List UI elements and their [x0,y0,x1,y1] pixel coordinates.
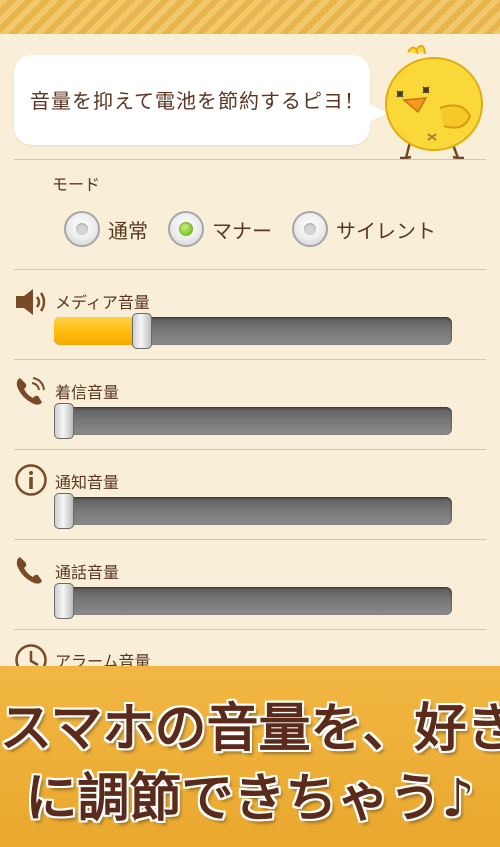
divider [14,359,486,360]
divider [14,449,486,450]
slider-thumb[interactable] [54,583,74,619]
info-icon [15,464,47,496]
mode-label: モード [52,175,101,194]
slider-fill [54,317,142,345]
divider [14,629,486,630]
media-volume-slider[interactable] [54,313,452,349]
bubble-message: 音量を抑えて電池を節約するピヨ！ [30,89,365,113]
call-volume-label: 通話音量 [55,563,120,582]
ringtone-volume-slider[interactable] [54,403,452,439]
top-stripe [0,0,500,34]
media-volume-label: メディア音量 [55,293,150,312]
mode-radio-group: 通常 マナー サイレント [64,208,436,250]
banner-line-1: スマホの音量を、好き [0,699,500,759]
radio-manner-circle[interactable] [168,211,204,247]
notification-volume-label: 通知音量 [55,473,120,492]
divider [14,539,486,540]
radio-silent-label: サイレント [336,218,436,243]
speech-bubble: 音量を抑えて電池を節約するピヨ！ [14,55,388,145]
radio-silent[interactable]: サイレント [292,211,436,247]
promo-banner: スマホの音量を、好き に調節できちゃう♪ [0,666,500,847]
divider [14,269,486,270]
divider [14,159,486,160]
chick-mascot-icon [385,44,483,160]
notification-volume-slider[interactable] [54,493,452,529]
radio-silent-circle[interactable] [292,211,328,247]
ringing-phone-icon [16,377,45,405]
slider-thumb[interactable] [54,403,74,439]
phone-icon [16,557,42,584]
radio-normal[interactable]: 通常 [64,211,148,247]
slider-thumb[interactable] [131,313,152,349]
speaker-icon [16,289,46,315]
call-volume-slider[interactable] [54,583,452,619]
radio-manner-label: マナー [212,218,272,243]
slider-thumb[interactable] [54,493,74,529]
banner-line-2: に調節できちゃう♪ [25,769,475,829]
ringtone-volume-label: 着信音量 [55,383,120,402]
radio-manner[interactable]: マナー [168,211,272,247]
radio-normal-circle[interactable] [64,211,100,247]
radio-normal-label: 通常 [108,218,148,243]
